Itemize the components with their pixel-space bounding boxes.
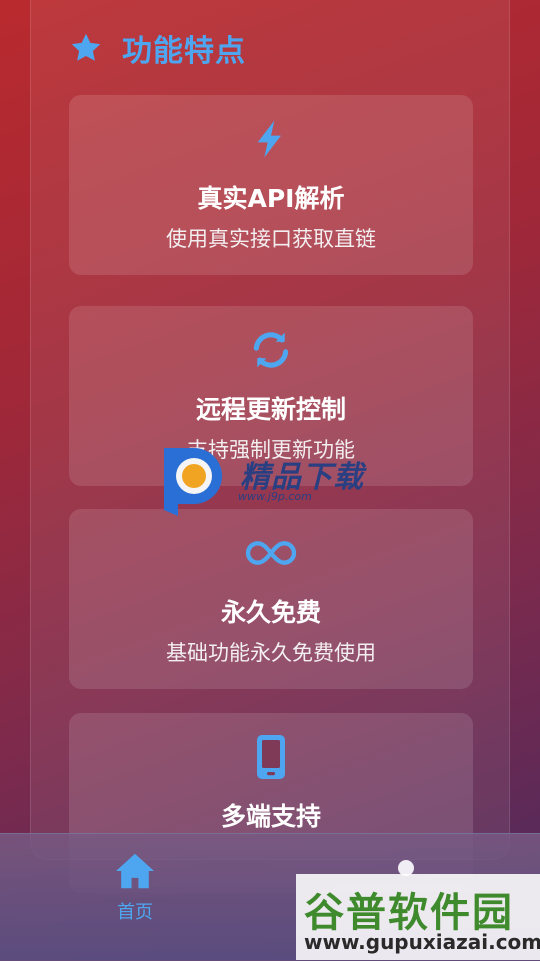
nav-home-label: 首页 [117, 902, 153, 923]
feature-card-api[interactable]: 真实API解析 使用真实接口获取直链 [69, 95, 473, 275]
star-icon [71, 33, 101, 61]
infinity-icon [245, 541, 297, 565]
home-icon [116, 853, 154, 889]
feature-title: 多端支持 [220, 802, 321, 831]
corner-watermark: 谷普软件园 www.gupuxiazai.com [296, 874, 540, 960]
watermark-url: www.j9p.com [238, 490, 312, 503]
section-title: 功能特点 [122, 34, 246, 69]
watermark-overlay: 精品下载 www.j9p.com [158, 444, 398, 518]
section-header: 功能特点 [68, 28, 246, 69]
nav-home-tab[interactable]: 首页 [95, 852, 175, 932]
feature-title: 真实API解析 [197, 184, 345, 213]
phone-icon [257, 735, 285, 779]
feature-card-free[interactable]: 永久免费 基础功能永久免费使用 [69, 509, 473, 689]
watermark-logo-icon [164, 448, 222, 516]
lightning-icon [257, 120, 281, 158]
feature-desc: 基础功能永久免费使用 [166, 641, 376, 665]
refresh-icon [253, 332, 289, 368]
feature-desc: 使用真实接口获取直链 [166, 227, 376, 251]
feature-title: 远程更新控制 [195, 395, 346, 424]
feature-title: 永久免费 [220, 598, 321, 627]
corner-watermark-url: www.gupuxiazai.com [304, 930, 540, 954]
